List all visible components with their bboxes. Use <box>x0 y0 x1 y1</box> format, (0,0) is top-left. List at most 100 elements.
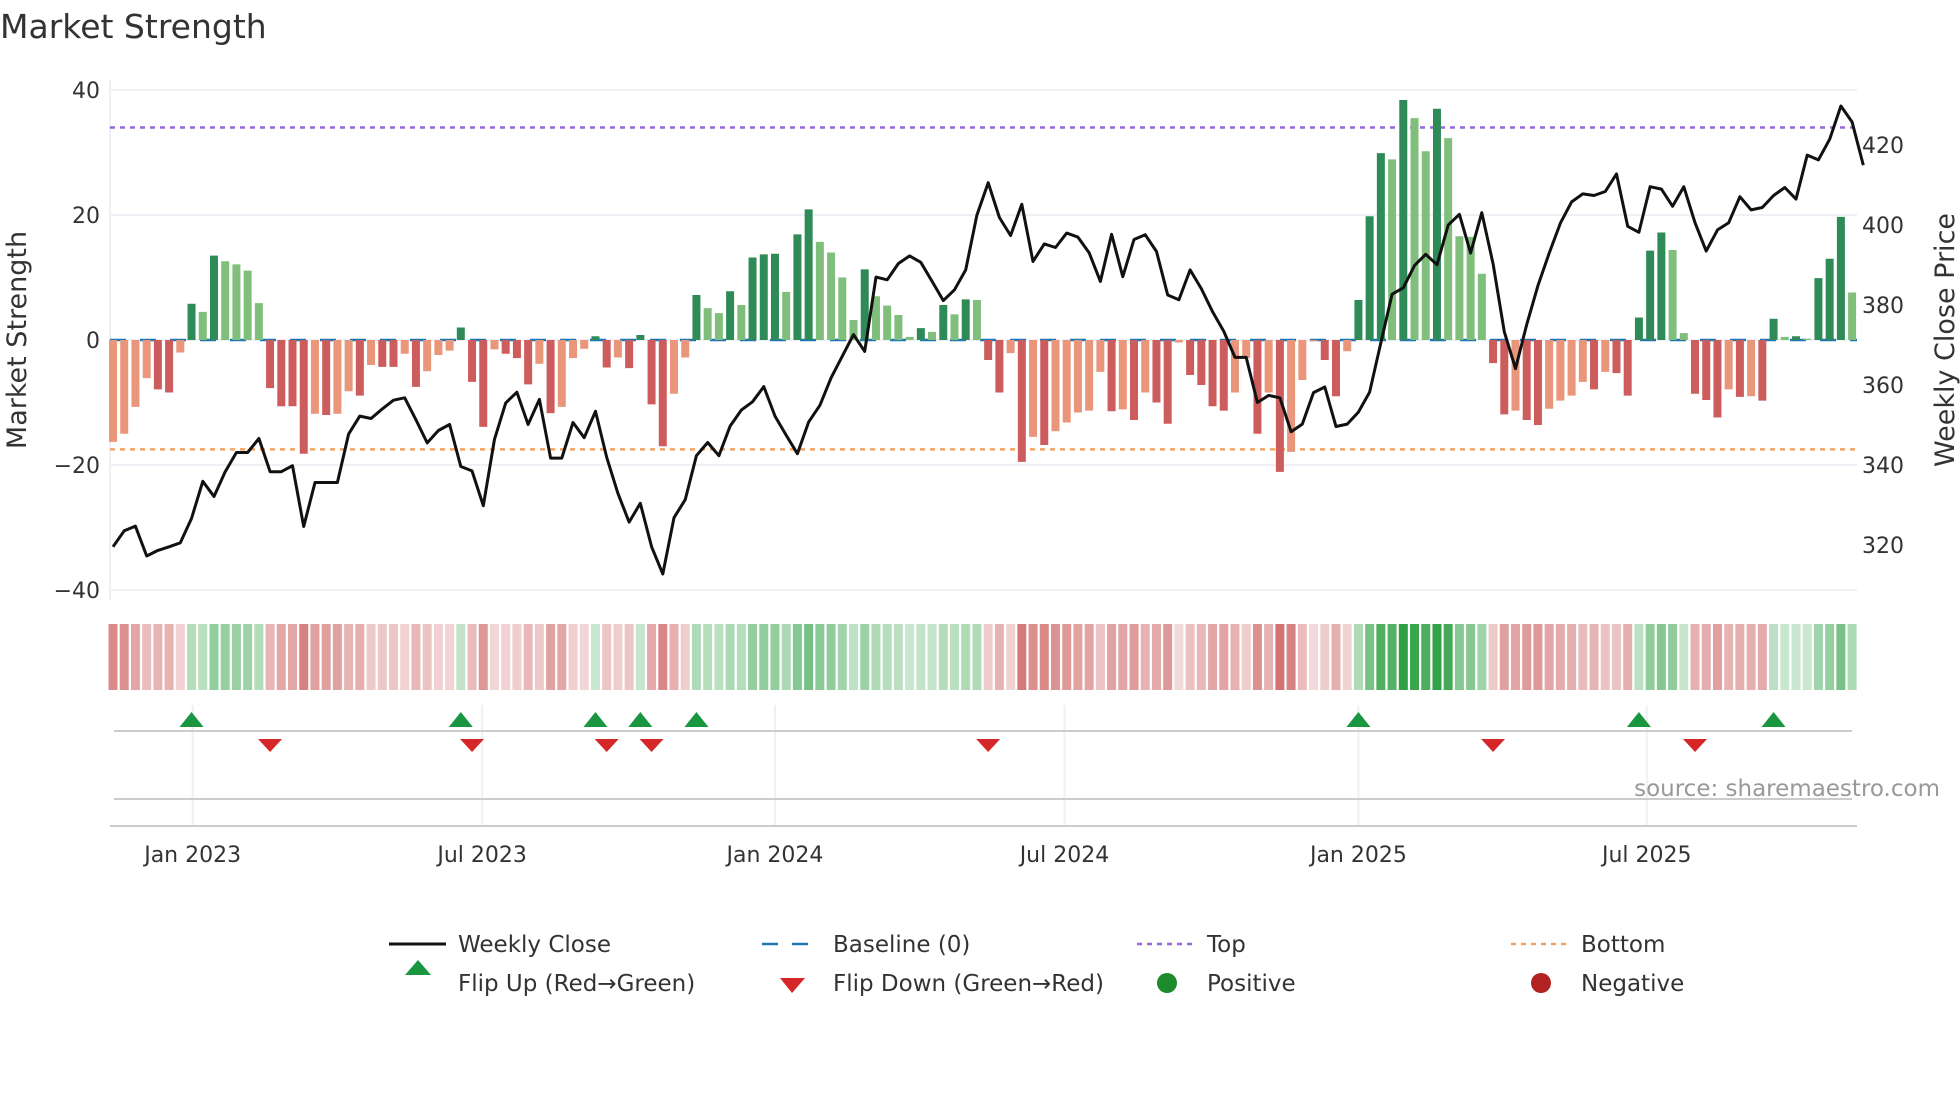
strength-bar <box>535 340 544 364</box>
strength-bar <box>1017 340 1026 462</box>
heat-cell <box>1376 624 1386 690</box>
strength-bar <box>1410 118 1419 340</box>
legend-label: Flip Down (Green→Red) <box>833 971 1104 997</box>
heat-cell <box>1555 624 1565 690</box>
heat-cell <box>837 624 847 690</box>
strength-bar <box>1735 340 1744 397</box>
flip-up-marker <box>583 712 608 727</box>
heat-cell <box>781 624 791 690</box>
heat-cell <box>1398 624 1408 690</box>
strength-bar <box>1040 340 1049 445</box>
heat-cell <box>456 624 466 690</box>
strength-bar <box>1455 236 1464 340</box>
strength-bar <box>1578 340 1587 382</box>
heat-cell <box>1320 624 1330 690</box>
strength-bar <box>1287 340 1296 452</box>
heat-cell <box>422 624 432 690</box>
heat-cell <box>187 624 197 690</box>
strength-bar <box>984 340 993 360</box>
heat-cell <box>1039 624 1049 690</box>
heat-cell <box>1679 624 1689 690</box>
heat-cell <box>703 624 713 690</box>
heat-cell <box>613 624 623 690</box>
heat-cell <box>209 624 219 690</box>
flip-up-marker <box>1346 712 1371 727</box>
x-tick-label: Jan 2025 <box>1308 843 1407 868</box>
strength-bar <box>142 340 151 379</box>
strength-bar <box>1567 340 1576 396</box>
heat-cell <box>1791 624 1801 690</box>
strength-bar <box>1432 108 1441 340</box>
y-tick-label: −20 <box>54 454 100 479</box>
x-tick-label: Jul 2023 <box>435 843 527 868</box>
heat-cell <box>1163 624 1173 690</box>
heat-cell <box>119 624 129 690</box>
heat-cell <box>849 624 859 690</box>
strength-bar <box>1365 216 1374 340</box>
market-strength-chart: Market Strength 40 20 0 −20 −40 420 400 380 360… <box>0 7 1960 997</box>
heat-cell <box>1533 624 1543 690</box>
legend-label: Weekly Close <box>458 932 611 958</box>
strength-bar <box>277 340 286 407</box>
heat-cell <box>1499 624 1509 690</box>
heat-cell <box>691 624 701 690</box>
heat-cell <box>1690 624 1700 690</box>
strength-bar <box>636 335 645 340</box>
strength-bar <box>1477 273 1486 340</box>
strength-bar <box>580 340 589 349</box>
heat-cell <box>411 624 421 690</box>
heat-cell <box>1645 624 1655 690</box>
strength-bar <box>1836 216 1845 340</box>
flip-up-marker <box>448 712 473 727</box>
strength-bar <box>1130 340 1139 420</box>
strength-bar <box>1163 340 1172 424</box>
heat-cell <box>725 624 735 690</box>
strength-bar <box>1522 340 1531 420</box>
strength-bar <box>939 305 948 340</box>
strength-bar <box>1208 340 1217 407</box>
heat-cell <box>994 624 1004 690</box>
strength-bar <box>726 291 735 340</box>
heat-cell <box>1174 624 1184 690</box>
heat-cell <box>130 624 140 690</box>
strength-bar <box>1601 340 1610 372</box>
heat-cell <box>254 624 264 690</box>
strength-bar <box>737 305 746 340</box>
strength-bar <box>153 340 162 390</box>
strength-bar <box>512 340 521 359</box>
heat-cell <box>377 624 387 690</box>
strength-bar <box>1062 340 1071 423</box>
strength-bar <box>445 340 454 351</box>
legend-label: Negative <box>1581 971 1684 997</box>
heat-cell <box>1724 624 1734 690</box>
strength-bar <box>524 340 533 385</box>
source-label: source: sharemaestro.com <box>1634 776 1940 802</box>
heat-cell <box>400 624 410 690</box>
strength-bar <box>423 340 432 372</box>
strength-bar <box>658 340 667 447</box>
strength-bar <box>344 340 353 392</box>
heat-cell <box>512 624 522 690</box>
heat-cell <box>1522 624 1532 690</box>
heat-cell <box>1309 624 1319 690</box>
heat-cell <box>1129 624 1139 690</box>
strength-bar <box>1814 278 1823 340</box>
strength-bar <box>165 340 174 393</box>
strength-bar <box>1051 340 1060 432</box>
heat-cell <box>389 624 398 690</box>
strength-bar <box>546 340 555 414</box>
heat-cell <box>1432 624 1442 690</box>
legend-label: Positive <box>1207 971 1296 997</box>
strength-bar <box>400 340 409 354</box>
strength-bar <box>1668 250 1677 340</box>
heat-cell <box>815 624 825 690</box>
strength-bar <box>490 340 499 350</box>
strength-bar <box>1085 340 1094 411</box>
heat-cell <box>445 624 455 690</box>
strength-bar <box>950 314 959 340</box>
strength-bar <box>1399 100 1408 340</box>
flip-up-marker <box>628 712 653 727</box>
heat-cell <box>1421 624 1431 690</box>
strength-bar <box>759 254 768 340</box>
strength-bar <box>1298 340 1307 380</box>
